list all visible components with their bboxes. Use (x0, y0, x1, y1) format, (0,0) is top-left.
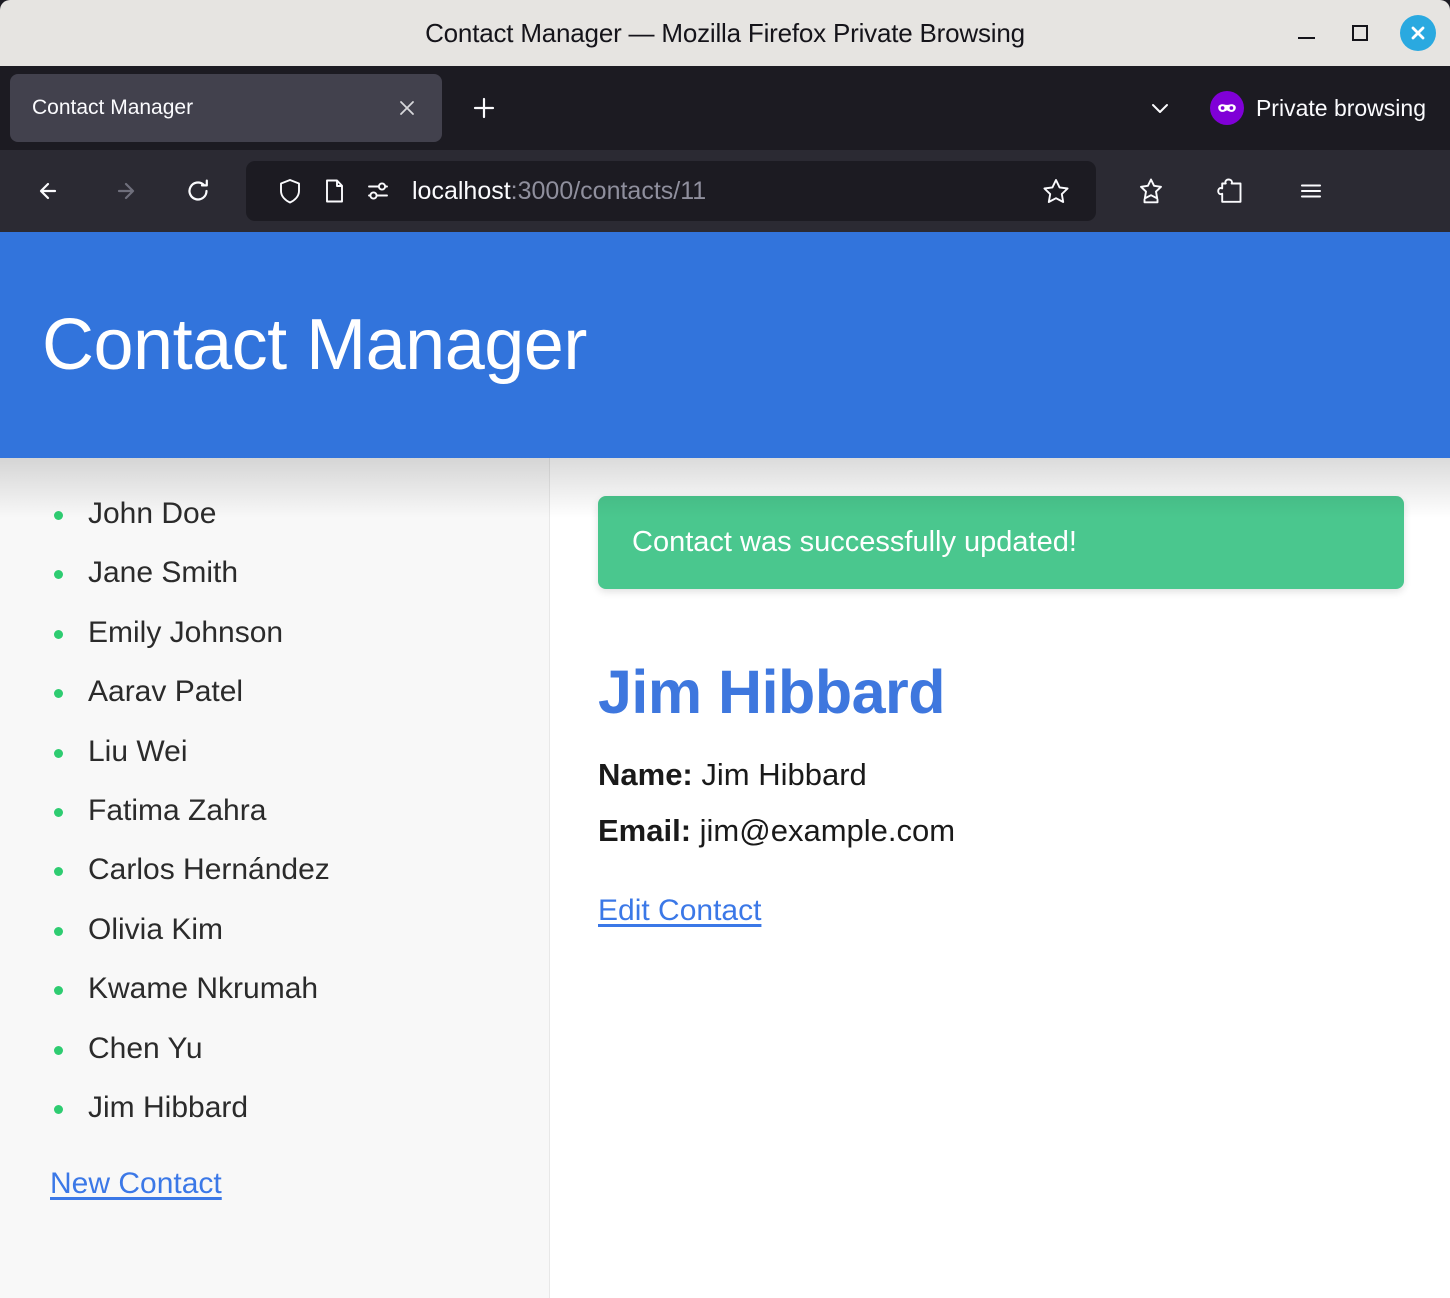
site-title: Contact Manager (42, 305, 587, 385)
close-icon (1411, 26, 1425, 40)
url-path: :3000/contacts/11 (510, 176, 707, 205)
page-info-icon[interactable] (312, 169, 356, 213)
minimize-button[interactable] (1292, 19, 1320, 47)
list-item[interactable]: Carlos Hernández (50, 852, 549, 887)
list-item[interactable]: Fatima Zahra (50, 793, 549, 828)
list-all-tabs-button[interactable] (1138, 86, 1182, 130)
list-item[interactable]: Aarav Patel (50, 674, 549, 709)
toolbar-right-buttons (1126, 166, 1342, 216)
hamburger-menu-icon (1300, 184, 1322, 198)
close-icon (400, 101, 414, 115)
web-page-viewport: Contact Manager John Doe Jane Smith Emil… (0, 232, 1450, 1298)
back-button[interactable] (22, 163, 78, 219)
window-title: Contact Manager — Mozilla Firefox Privat… (425, 17, 1025, 48)
new-contact-link[interactable]: New Contact (50, 1167, 222, 1200)
star-download-icon (1140, 178, 1162, 204)
contact-name-label: Name: (598, 757, 693, 793)
contact-heading: Jim Hibbard (598, 658, 946, 726)
shield-icon[interactable] (268, 169, 312, 213)
edit-contact-link[interactable]: Edit Contact (598, 894, 761, 927)
arrow-left-icon (39, 182, 57, 200)
tab-strip-right: Private browsing (1138, 86, 1426, 130)
window-controls (1292, 15, 1436, 51)
contact-list: John Doe Jane Smith Emily Johnson Aarav … (50, 496, 549, 1125)
maximize-button[interactable] (1346, 19, 1374, 47)
bookmarks-button[interactable] (1126, 166, 1176, 216)
url-bar[interactable]: localhost:3000/contacts/11 (246, 161, 1096, 221)
contacts-sidebar: John Doe Jane Smith Emily Johnson Aarav … (0, 458, 550, 1298)
navigation-toolbar: localhost:3000/contacts/11 (0, 150, 1450, 232)
reload-icon (188, 179, 208, 201)
contact-detail-main: Contact was successfully updated! Jim Hi… (550, 458, 1450, 1298)
site-permissions-icon[interactable] (356, 169, 400, 213)
title-bar: Contact Manager — Mozilla Firefox Privat… (0, 0, 1450, 66)
contact-name-field: Name: Jim Hibbard (598, 754, 1404, 796)
tab-label: Contact Manager (32, 96, 194, 119)
list-item[interactable]: Chen Yu (50, 1031, 549, 1066)
list-item[interactable]: Olivia Kim (50, 912, 549, 947)
browser-window: Contact Manager — Mozilla Firefox Privat… (0, 0, 1450, 1298)
contact-name-value: Jim Hibbard (701, 757, 867, 793)
flash-success-message: Contact was successfully updated! (598, 496, 1404, 589)
minimize-icon (1297, 37, 1315, 39)
new-contact-wrapper: New Contact (50, 1167, 549, 1201)
private-browsing-mask-icon (1209, 91, 1244, 125)
contact-email-label: Email: (598, 812, 692, 848)
site-header: Contact Manager (0, 232, 1450, 458)
edit-contact-wrapper: Edit Contact (598, 894, 1404, 928)
list-item[interactable]: Emily Johnson (50, 615, 549, 650)
extensions-button[interactable] (1206, 166, 1256, 216)
page-body: John Doe Jane Smith Emily Johnson Aarav … (0, 458, 1450, 1298)
url-text[interactable]: localhost:3000/contacts/11 (412, 177, 1032, 206)
puzzle-piece-icon (1217, 178, 1242, 203)
close-button[interactable] (1400, 15, 1436, 51)
private-browsing-label: Private browsing (1255, 94, 1426, 121)
tab-close-button[interactable] (390, 91, 424, 125)
list-item[interactable]: John Doe (50, 496, 549, 531)
list-item[interactable]: Kwame Nkrumah (50, 971, 549, 1006)
contact-email-value: jim@example.com (699, 812, 956, 848)
contact-email-field: Email: jim@example.com (598, 810, 1404, 852)
bookmark-page-button[interactable] (1032, 167, 1080, 215)
plus-icon (473, 97, 495, 119)
list-item[interactable]: Jim Hibbard (50, 1090, 549, 1125)
maximize-icon (1352, 25, 1368, 41)
url-host: localhost (412, 176, 511, 205)
app-menu-button[interactable] (1286, 166, 1336, 216)
private-browsing-indicator: Private browsing (1209, 91, 1426, 125)
tab-strip: Contact Manager Private browsing (0, 66, 1450, 150)
new-tab-button[interactable] (458, 82, 510, 134)
tab-contact-manager[interactable]: Contact Manager (10, 74, 442, 142)
star-icon (1043, 179, 1069, 203)
arrow-right-icon (117, 182, 135, 200)
list-item[interactable]: Liu Wei (50, 734, 549, 769)
list-item[interactable]: Jane Smith (50, 555, 549, 590)
reload-button[interactable] (170, 163, 226, 219)
forward-button[interactable] (96, 163, 152, 219)
chevron-down-icon (1151, 104, 1168, 113)
